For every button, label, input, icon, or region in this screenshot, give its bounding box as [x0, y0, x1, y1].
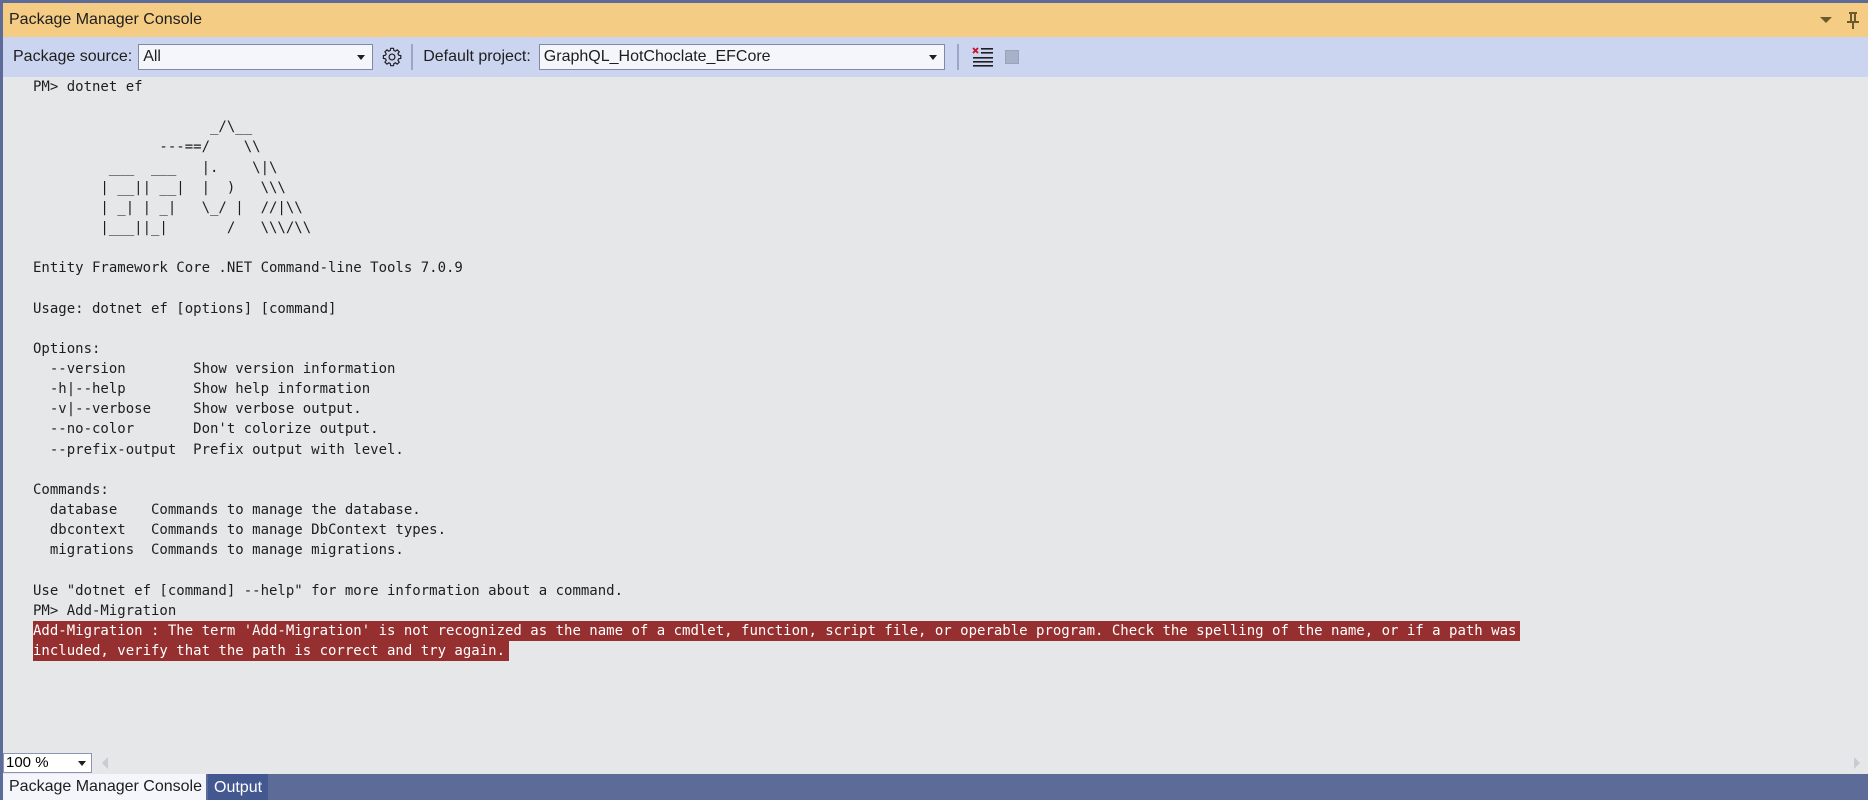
ascii-art-line: _/\__ — [33, 119, 253, 136]
error-line: Add-Migration : The term 'Add-Migration'… — [3, 620, 1868, 641]
tab-output[interactable]: Output — [208, 774, 269, 800]
error-message: Add-Migration : The term 'Add-Migration'… — [33, 620, 1521, 641]
window-title: Package Manager Console — [9, 11, 203, 28]
console-line: -v|--verbose Show verbose output. — [33, 401, 362, 418]
console-line: PM> dotnet ef — [33, 79, 143, 95]
tab-package-manager-console[interactable]: Package Manager Console — [3, 774, 207, 800]
console-line: --prefix-output Prefix output with level… — [33, 441, 404, 458]
console-line: -h|--help Show help information — [33, 381, 371, 398]
console-line: Usage: dotnet ef [options] [command] — [33, 300, 337, 317]
clear-console-icon[interactable] — [971, 46, 995, 68]
error-message: included, verify that the path is correc… — [33, 640, 510, 661]
package-source-dropdown[interactable]: All — [138, 44, 374, 70]
tool-window-tabs: Package Manager Console Output — [3, 774, 1868, 800]
zoom-level-dropdown[interactable]: 100 % — [3, 753, 92, 773]
scroll-left-icon[interactable] — [102, 757, 108, 769]
package-source-label: Package source: — [13, 48, 133, 65]
gear-icon[interactable] — [381, 46, 403, 68]
error-line: included, verify that the path is correc… — [3, 640, 1868, 661]
console-output[interactable]: PM> dotnet ef _/\__ ---==/ \\ ___ ___ |.… — [3, 77, 1868, 752]
scroll-right-icon[interactable] — [1854, 757, 1860, 769]
chevron-down-icon — [357, 55, 366, 60]
chevron-down-icon — [78, 761, 86, 766]
console-line: Entity Framework Core .NET Command-line … — [33, 260, 463, 277]
toolbar: Package source: All Default project: Gra… — [3, 37, 1868, 77]
console-line: Use "dotnet ef [command] --help" for mor… — [33, 582, 624, 599]
console-line: dbcontext Commands to manage DbContext t… — [33, 522, 447, 539]
default-project-label: Default project: — [423, 48, 531, 65]
stop-icon[interactable] — [1004, 50, 1019, 64]
console-line: migrations Commands to manage migrations… — [33, 542, 404, 559]
console-line: --version Show version information — [33, 360, 396, 377]
window-options-dropdown-icon[interactable] — [1820, 17, 1832, 23]
default-project-value: GraphQL_HotChoclate_EFCore — [543, 48, 771, 65]
zoom-level-value: 100 % — [6, 754, 49, 771]
chevron-down-icon — [928, 55, 937, 60]
package-source-value: All — [143, 48, 161, 65]
ascii-art-line: | __|| __| | ) \\\ — [33, 179, 286, 196]
console-line: --no-color Don't colorize output. — [33, 421, 379, 438]
title-bar: Package Manager Console — [3, 3, 1868, 37]
ascii-art-line: ___ ___ |. \|\ — [33, 159, 278, 176]
ascii-art-line: ---==/ \\ — [33, 139, 261, 156]
package-manager-console-window: Package Manager Console Package source: … — [3, 3, 1868, 800]
default-project-dropdown[interactable]: GraphQL_HotChoclate_EFCore — [538, 44, 945, 70]
console-line: Options: — [33, 340, 101, 357]
pin-icon[interactable] — [1846, 11, 1860, 29]
console-line: PM> Add-Migration — [33, 602, 177, 619]
toolbar-separator — [411, 44, 414, 70]
ascii-art-line: | _| | _| \_/ | //|\\ — [33, 199, 303, 216]
horizontal-scrollbar[interactable]: 100 % — [3, 752, 1868, 774]
console-line: Commands: — [33, 481, 109, 498]
console-line: database Commands to manage the database… — [33, 501, 421, 518]
ascii-art-line: |___||_| / \\\/\\ — [33, 219, 312, 236]
toolbar-separator — [956, 44, 959, 70]
